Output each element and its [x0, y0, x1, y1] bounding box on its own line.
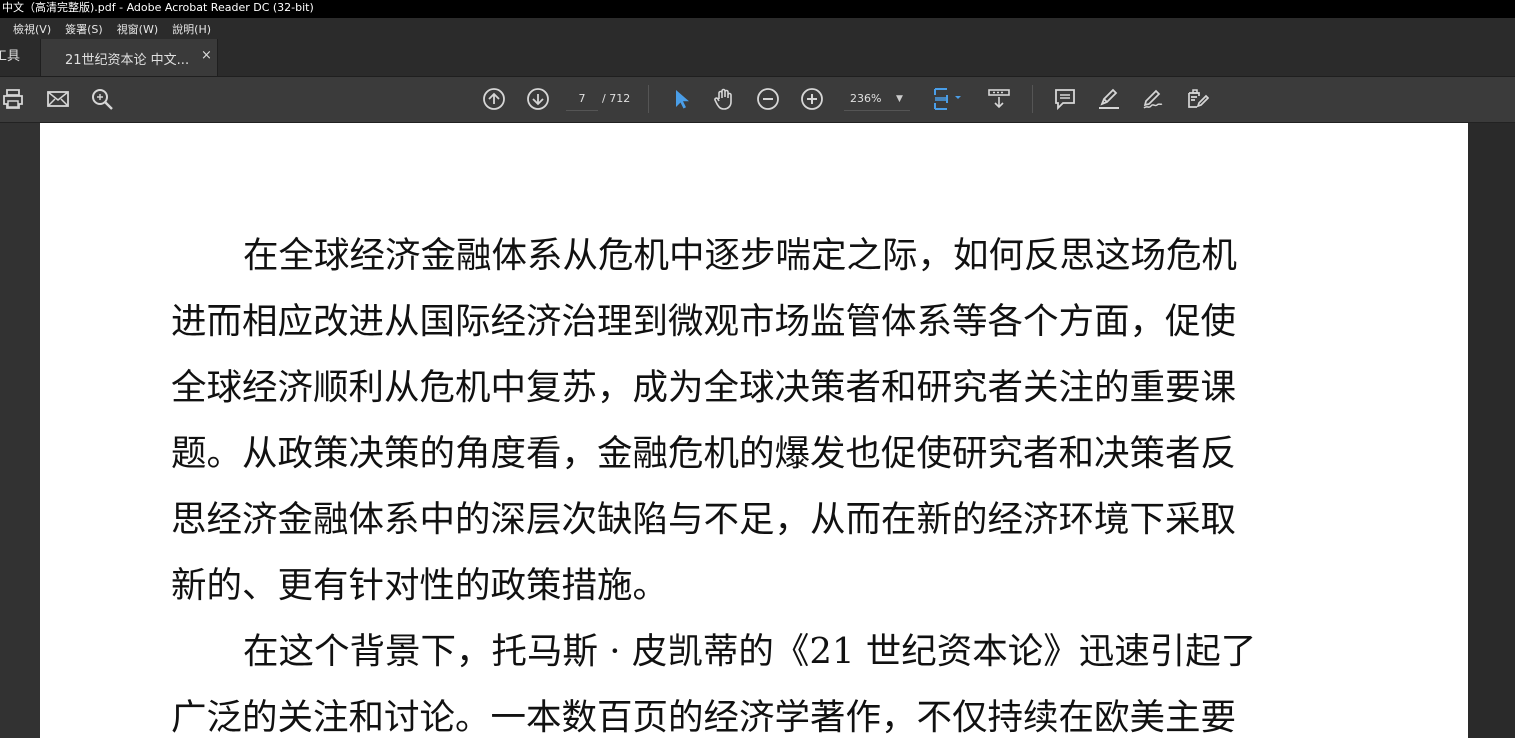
text-line: 思经济金融体系中的深层次缺陷与不足，从而在新的经济环境下采取: [171, 499, 1237, 540]
tab-bar: 工具 21世纪资本论 中文... ×: [0, 39, 1515, 77]
fit-page-icon[interactable]: [932, 87, 966, 111]
pdf-page: 在全球经济金融体系从危机中逐步喘定之际，如何反思这场危机 进而相应改进从国际经济…: [40, 123, 1468, 738]
toolbar-divider: [648, 85, 649, 113]
text-line: 在全球经济金融体系从危机中逐步喘定之际，如何反思这场危机: [243, 235, 1238, 276]
scroll-mode-icon[interactable]: [987, 87, 1011, 111]
search-icon[interactable]: [90, 87, 114, 111]
zoom-select[interactable]: 236% ▼: [844, 88, 910, 111]
fill-sign-icon[interactable]: [1185, 87, 1209, 111]
text-line: 题。从政策决策的角度看，金融危机的爆发也促使研究者和决策者反: [171, 433, 1237, 474]
zoom-out-icon[interactable]: [756, 87, 780, 111]
sign-icon[interactable]: [1141, 87, 1165, 111]
select-cursor-icon[interactable]: [670, 87, 694, 111]
text-line: 新的、更有针对性的政策措施。: [171, 565, 669, 606]
paragraph: 在这个背景下，托马斯 · 皮凯蒂的《21 世纪资本论》迅速引起了 广泛的关注和讨…: [171, 619, 1286, 738]
zoom-value: 236%: [850, 92, 882, 105]
menu-sign[interactable]: 簽署(S): [65, 21, 103, 37]
tab-tools-label: 工具: [0, 49, 21, 64]
zoom-in-icon[interactable]: [800, 87, 824, 111]
text-line: 全球经济顺利从危机中复苏，成为全球决策者和研究者关注的重要课: [171, 367, 1237, 408]
toolbar-divider: [1032, 85, 1033, 113]
text-line: 在这个背景下，托马斯 · 皮凯蒂的《21 世纪资本论》迅速引起了: [243, 631, 1257, 672]
tab-document-label: 21世纪资本论 中文...: [65, 53, 190, 68]
menu-help[interactable]: 說明(H): [172, 21, 211, 37]
close-tab-icon[interactable]: ×: [201, 48, 212, 63]
hand-icon[interactable]: [712, 87, 736, 111]
menu-window[interactable]: 視窗(W): [117, 21, 158, 37]
page-number-input[interactable]: 7: [566, 88, 598, 111]
window-title: 中文（高清完整版).pdf - Adobe Acrobat Reader DC …: [2, 1, 314, 14]
comment-icon[interactable]: [1053, 87, 1077, 111]
chevron-down-icon: ▼: [896, 94, 903, 104]
next-page-icon[interactable]: [526, 87, 550, 111]
tab-document[interactable]: 21世纪资本论 中文... ×: [40, 39, 218, 76]
highlight-icon[interactable]: [1097, 87, 1121, 111]
menu-bar: 檢視(V) 簽署(S) 視窗(W) 說明(H): [0, 18, 1515, 39]
print-icon[interactable]: [1, 87, 25, 111]
page-total: / 712: [602, 92, 631, 105]
prev-page-icon[interactable]: [482, 87, 506, 111]
document-viewport[interactable]: 在全球经济金融体系从危机中逐步喘定之际，如何反思这场危机 进而相应改进从国际经济…: [0, 123, 1515, 738]
window-title-bar: 中文（高清完整版).pdf - Adobe Acrobat Reader DC …: [0, 0, 1515, 18]
text-line: 进而相应改进从国际经济治理到微观市场监管体系等各个方面，促使: [171, 301, 1237, 342]
paragraph: 在全球经济金融体系从危机中逐步喘定之际，如何反思这场危机 进而相应改进从国际经济…: [171, 223, 1286, 619]
tab-tools[interactable]: 工具: [0, 39, 38, 76]
email-icon[interactable]: [46, 87, 70, 111]
menu-view[interactable]: 檢視(V): [13, 21, 51, 37]
toolbar: 7 / 712 236% ▼: [0, 77, 1515, 123]
text-line: 广泛的关注和讨论。一本数百页的经济学著作，不仅持续在欧美主要: [171, 697, 1237, 738]
right-pane-edge: [1468, 123, 1515, 738]
